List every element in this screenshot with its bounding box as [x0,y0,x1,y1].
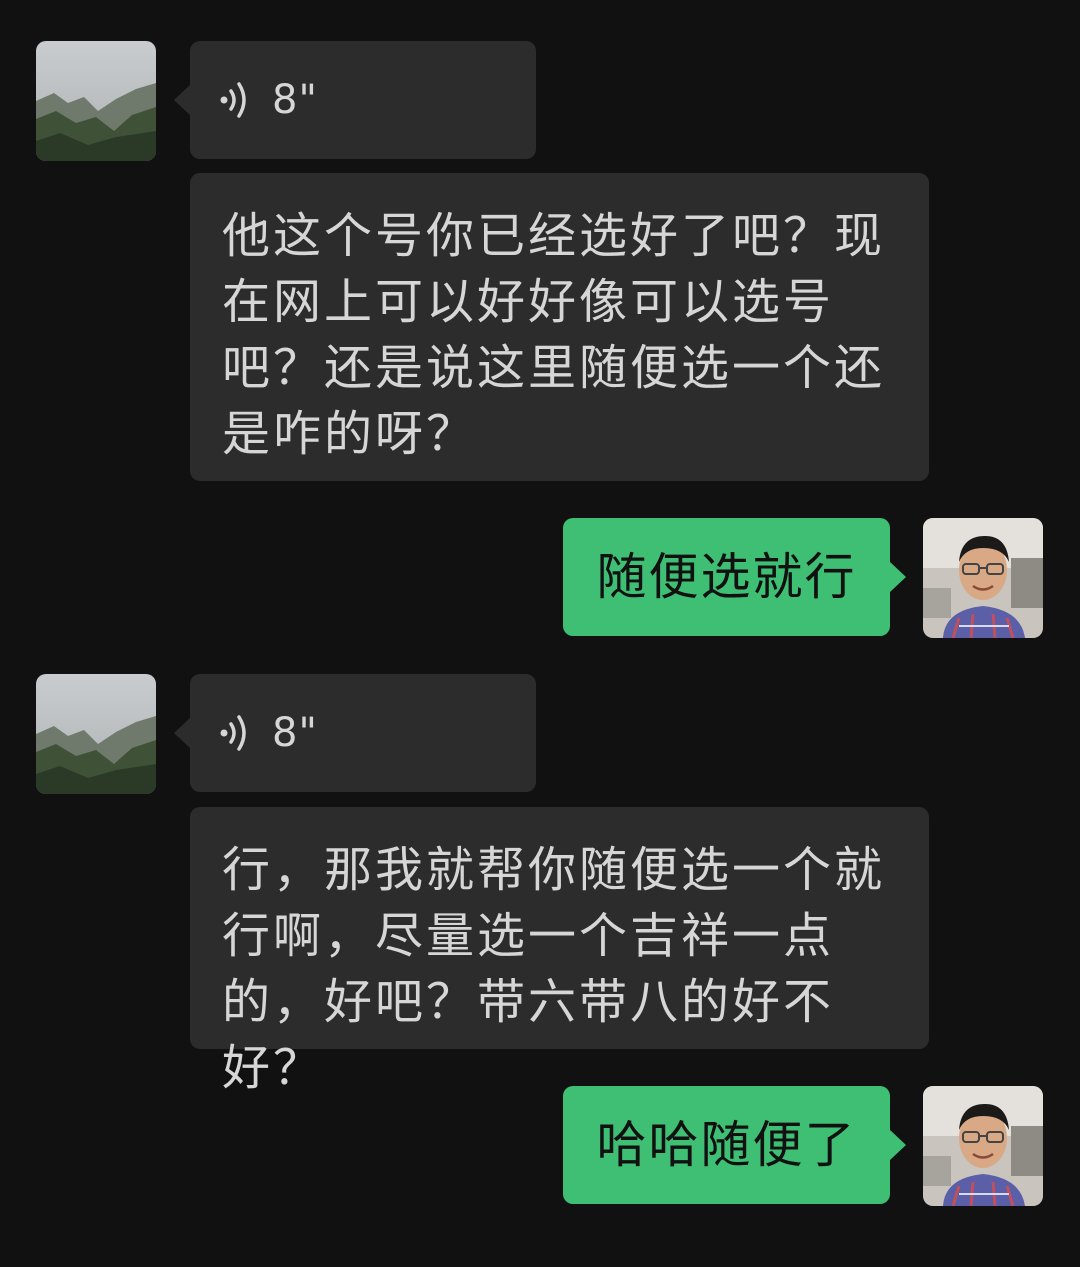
my-message-bubble[interactable]: 哈哈随便了 [563,1086,890,1204]
bubble-tail [890,1130,906,1160]
text-message-bubble[interactable]: 他这个号你已经选好了吧？现在网上可以好好像可以选号吧？还是说这里随便选一个还是咋… [190,173,929,481]
message-text: 随便选就行 [596,548,857,606]
voice-wave-icon [220,82,246,118]
voice-duration: 8" [272,710,318,756]
voice-message-bubble[interactable]: 8" [190,41,536,159]
bubble-tail [174,718,190,748]
person-avatar-icon [923,1086,1043,1206]
contact-avatar[interactable] [36,674,156,794]
my-avatar[interactable] [923,1086,1043,1206]
text-message-bubble[interactable]: 行，那我就帮你随便选一个就行啊，尽量选一个吉祥一点的，好吧？带六带八的好不好？ [190,807,929,1096]
bubble-tail [174,85,190,115]
person-avatar-icon [923,518,1043,638]
message-text: 行，那我就帮你随便选一个就行啊，尽量选一个吉祥一点的，好吧？带六带八的好不好？ [222,842,886,1096]
voice-duration: 8" [272,77,318,123]
message-text: 哈哈随便了 [596,1116,857,1174]
misty-mountain-icon [36,674,156,794]
voice-wave-icon [220,715,246,751]
message-text: 他这个号你已经选好了吧？现在网上可以好好像可以选号吧？还是说这里随便选一个还是咋… [222,208,886,462]
bubble-tail [890,562,906,592]
contact-avatar[interactable] [36,41,156,161]
my-avatar[interactable] [923,518,1043,638]
misty-mountain-icon [36,41,156,161]
voice-message-bubble[interactable]: 8" [190,674,536,792]
my-message-bubble[interactable]: 随便选就行 [563,518,890,636]
